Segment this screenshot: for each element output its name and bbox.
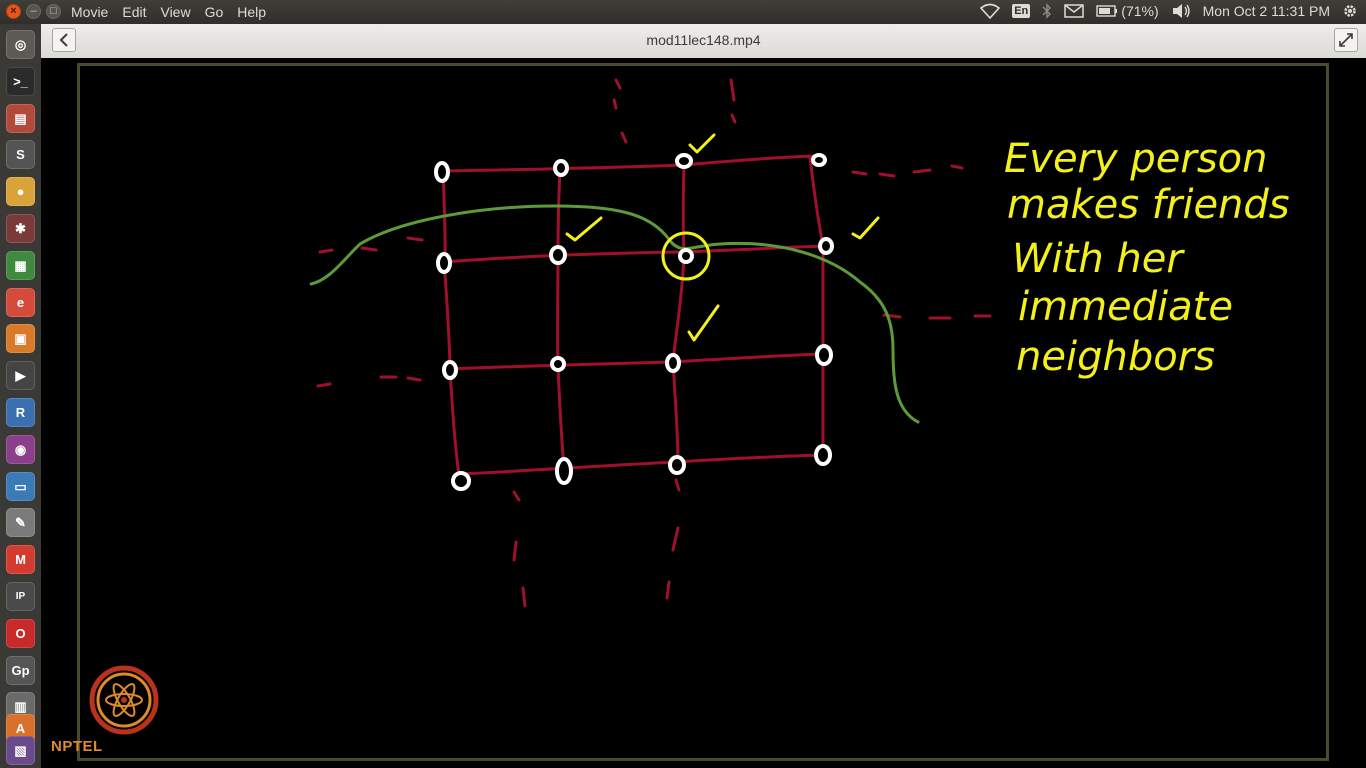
person-node [675,153,693,169]
grid-col-2 [556,167,566,472]
person-nodes [434,153,834,491]
annotation-line-5: neighbors [1016,334,1215,380]
person-node [436,252,452,274]
extension-dash [318,248,334,254]
grid-col-3 [671,161,686,467]
nptel-logo [89,665,159,735]
person-node [451,471,471,491]
person-node [553,159,569,177]
grid-col-1 [441,169,462,482]
person-node [550,356,566,372]
extension-dash [950,164,964,170]
person-node [811,153,827,167]
grid-row-3 [448,352,824,371]
lecture-drawing: Every person makes friends With her imme… [89,78,1290,735]
person-node [665,353,681,373]
extension-dash [521,586,527,608]
extension-dash [406,376,422,382]
annotation-line-2: makes friends [1007,182,1290,228]
extension-dash [316,382,332,388]
extension-dash [878,172,896,178]
person-node [434,161,450,183]
annotation-text: Every person makes friends With her imme… [1004,136,1290,380]
grid-col-4 [808,155,825,457]
person-node [678,248,694,264]
check-mark-icon [565,216,603,242]
grid-row-2 [442,244,827,264]
extension-dash [512,490,521,502]
person-node [549,245,567,265]
person-node [442,360,458,380]
extension-dash [674,478,681,492]
extension-dash [730,113,737,124]
extension-dash [729,78,736,102]
grid-row-1 [441,154,820,173]
grid-extensions [316,78,992,608]
annotation-line-3: With her [1012,236,1185,282]
extension-dash [620,131,628,144]
check-mark-icon [688,133,716,154]
check-mark-icon [851,216,880,240]
extension-dash [360,246,378,252]
friendship-grid [441,154,827,482]
extension-dash [671,526,680,552]
extension-dash [512,540,518,562]
person-node [555,457,573,485]
extension-dash [851,170,868,176]
grid-row-4 [456,453,824,476]
annotation-line-4: immediate [1018,284,1233,330]
person-node [818,237,834,255]
check-mark-icon [687,304,720,342]
extension-dash [912,168,932,174]
extension-dash [612,98,618,110]
person-node [668,455,686,475]
extension-dash [614,78,622,90]
nptel-logo-text: NPTEL [51,738,103,755]
extension-dash [406,236,424,242]
annotation-line-1: Every person [1004,136,1268,182]
extension-dash [665,580,671,600]
person-node [814,444,832,466]
person-node [815,344,833,366]
